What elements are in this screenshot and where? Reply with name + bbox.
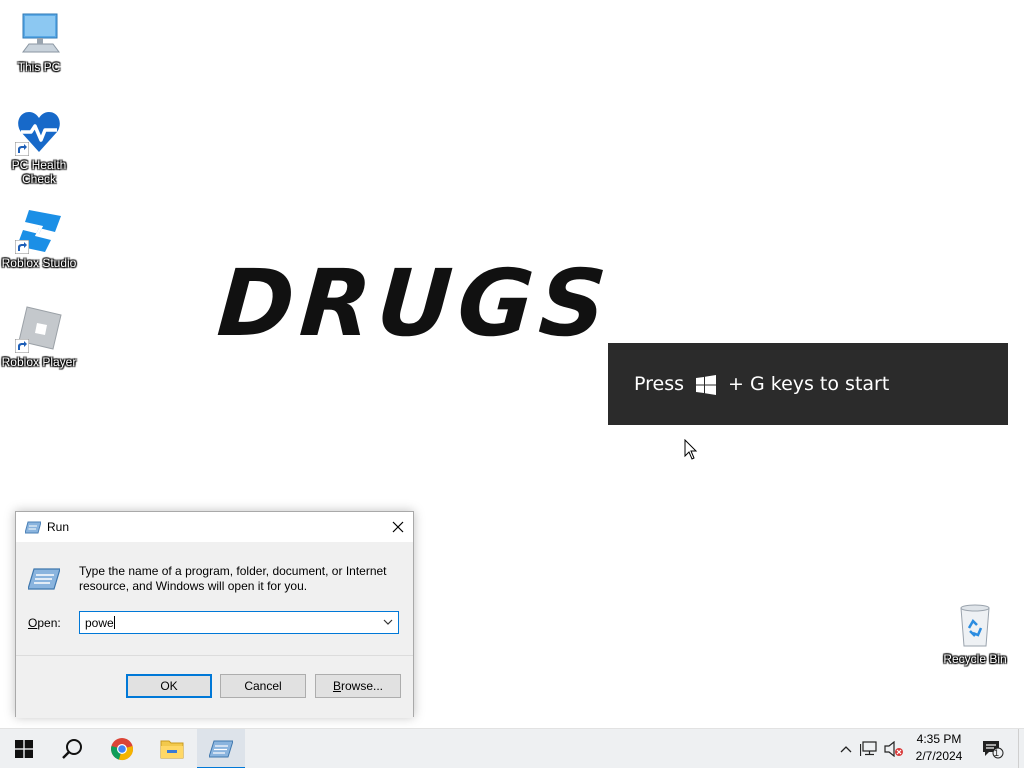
run-description: Type the name of a program, folder, docu…	[79, 564, 387, 593]
show-hidden-icons-button[interactable]	[836, 729, 856, 768]
wallpaper-text: DRUGS	[214, 250, 616, 357]
clock[interactable]: 4:35 PM 2/7/2024	[904, 731, 974, 765]
volume-muted-icon	[884, 741, 903, 757]
windows-logo-icon	[696, 375, 717, 395]
recycle-bin-label: Recycle Bin	[943, 652, 1007, 666]
desktop-icon-roblox-player[interactable]: Roblox Player	[0, 305, 78, 369]
run-dialog[interactable]: Run Type the name of a program, folder, …	[15, 511, 414, 718]
shortcut-arrow-icon	[15, 142, 29, 156]
shortcut-arrow-icon	[15, 339, 29, 353]
roblox-player-label: Roblox Player	[1, 355, 77, 369]
mouse-cursor-icon	[684, 439, 698, 460]
close-icon	[392, 521, 404, 533]
notification-icon	[983, 741, 1004, 759]
open-label-text: pen:	[37, 616, 61, 630]
ok-button[interactable]: OK	[126, 674, 212, 698]
open-input-value: powe	[85, 616, 114, 630]
toast-text-before: Press	[634, 373, 685, 395]
show-desktop-button[interactable]	[1018, 729, 1024, 768]
chrome-icon	[111, 738, 133, 760]
run-titlebar[interactable]: Run	[16, 512, 413, 542]
run-large-icon	[28, 568, 60, 590]
toast-text-after: + G keys to start	[728, 373, 890, 395]
this-pc-icon	[15, 10, 63, 58]
roblox-studio-icon	[15, 206, 63, 254]
shortcut-arrow-icon	[15, 240, 29, 254]
desktop-icon-this-pc[interactable]: This PC	[0, 10, 78, 74]
taskbar: 4:35 PM 2/7/2024 1	[0, 728, 1024, 768]
pc-health-check-label: PC Health Check	[11, 158, 67, 186]
notification-count: 1	[994, 748, 1000, 758]
run-icon	[25, 521, 41, 533]
open-label: Open:	[28, 616, 61, 630]
file-explorer-taskbar-button[interactable]	[148, 729, 196, 768]
close-button[interactable]	[383, 512, 413, 542]
open-combobox-input[interactable]: powe	[79, 611, 399, 634]
recycle-bin-icon	[951, 602, 999, 650]
clock-date: 2/7/2024	[915, 749, 963, 763]
action-center-button[interactable]: 1	[978, 729, 1008, 768]
search-button[interactable]	[48, 729, 96, 768]
cancel-button[interactable]: Cancel	[220, 674, 306, 698]
file-explorer-icon	[160, 740, 184, 759]
start-icon	[15, 740, 33, 758]
this-pc-label: This PC	[17, 60, 61, 74]
run-title: Run	[47, 520, 70, 534]
browse-button[interactable]: Browse...	[315, 674, 401, 698]
desktop-icon-recycle-bin[interactable]: Recycle Bin	[938, 602, 1012, 666]
start-button[interactable]	[0, 729, 48, 768]
search-icon	[62, 739, 82, 759]
browse-accel: B	[332, 679, 341, 693]
desktop-icon-roblox-studio[interactable]: Roblox Studio	[0, 206, 78, 270]
chrome-taskbar-button[interactable]	[98, 729, 146, 768]
network-icon	[860, 741, 877, 756]
clock-time: 4:35 PM	[916, 732, 962, 746]
text-caret	[113, 616, 115, 629]
network-button[interactable]	[858, 729, 880, 768]
pc-health-check-icon	[15, 108, 63, 156]
roblox-studio-label: Roblox Studio	[1, 256, 77, 270]
roblox-player-icon	[15, 305, 63, 353]
run-taskbar-button[interactable]	[197, 729, 245, 768]
chevron-down-icon[interactable]	[382, 616, 394, 628]
volume-button[interactable]	[882, 729, 906, 768]
game-bar-toast: Press + G keys to start	[608, 343, 1008, 425]
desktop-icon-pc-health-check[interactable]: PC Health Check	[0, 108, 78, 186]
browse-label: rowse...	[341, 679, 384, 693]
run-icon	[209, 740, 233, 758]
open-label-accel: O	[28, 616, 38, 630]
chevron-up-icon	[840, 746, 852, 753]
